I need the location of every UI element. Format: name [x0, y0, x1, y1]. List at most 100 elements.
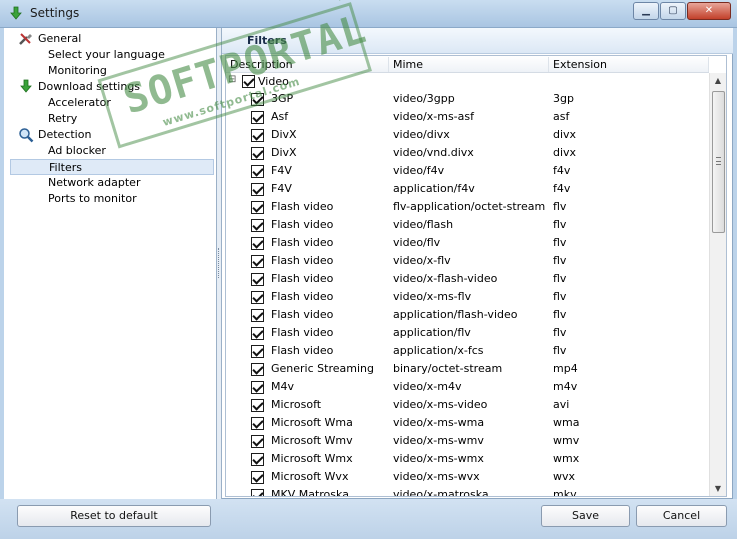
filter-checkbox[interactable] [251, 219, 264, 232]
group-checkbox[interactable] [242, 75, 255, 88]
filter-checkbox[interactable] [251, 417, 264, 430]
splitter-grip[interactable] [218, 248, 220, 278]
filter-checkbox[interactable] [251, 381, 264, 394]
filter-description: Flash video [271, 272, 334, 285]
tree-item-label: Accelerator [48, 96, 111, 109]
filter-checkbox[interactable] [251, 201, 264, 214]
filter-row[interactable]: DivX video/vnd.divx divx [226, 144, 709, 162]
filter-mime: video/divx [393, 128, 450, 141]
tree-item-ad-blocker[interactable]: Ad blocker [10, 143, 214, 159]
filter-row[interactable]: Flash video video/x-flv flv [226, 252, 709, 270]
filter-row[interactable]: Flash video video/flash flv [226, 216, 709, 234]
group-collapse-icon[interactable]: ⊟ [228, 74, 236, 85]
filter-row[interactable]: Flash video application/flash-video flv [226, 306, 709, 324]
column-extension[interactable]: Extension [549, 57, 709, 72]
filter-description: 3GP [271, 92, 294, 105]
filter-checkbox[interactable] [251, 147, 264, 160]
column-mime[interactable]: Mime [389, 57, 549, 72]
filter-row[interactable]: Flash video video/x-flash-video flv [226, 270, 709, 288]
cancel-button[interactable]: Cancel [636, 505, 727, 527]
filter-checkbox[interactable] [251, 309, 264, 322]
filter-row[interactable]: Microsoft Wma video/x-ms-wma wma [226, 414, 709, 432]
tree-item-filters[interactable]: Filters [10, 159, 214, 175]
filter-extension: flv [553, 218, 567, 231]
save-button[interactable]: Save [541, 505, 630, 527]
filter-checkbox[interactable] [251, 183, 264, 196]
tree-item-download-settings[interactable]: Download settings [18, 79, 214, 95]
tree-item-detection[interactable]: Detection [18, 127, 214, 143]
tree-item-monitoring[interactable]: Monitoring [10, 63, 214, 79]
filter-description: Microsoft [271, 398, 322, 411]
filter-mime: video/flv [393, 236, 441, 249]
filter-row[interactable]: Flash video video/x-ms-flv flv [226, 288, 709, 306]
filter-checkbox[interactable] [251, 129, 264, 142]
vertical-scrollbar[interactable]: ▲ ▼ [709, 73, 726, 496]
scroll-up-arrow-icon[interactable]: ▲ [710, 73, 726, 89]
tree-item-general[interactable]: General [18, 31, 214, 47]
filter-row[interactable]: M4v video/x-m4v m4v [226, 378, 709, 396]
tree-item-retry[interactable]: Retry [10, 111, 214, 127]
app-download-icon [10, 6, 22, 20]
filter-extension: m4v [553, 380, 578, 393]
column-description[interactable]: Description [226, 57, 389, 72]
reset-to-default-button[interactable]: Reset to default [17, 505, 211, 527]
filter-checkbox[interactable] [251, 435, 264, 448]
tree-item-network-adapter[interactable]: Network adapter [10, 175, 214, 191]
maximize-button[interactable]: ▢ [660, 2, 686, 20]
filter-row[interactable]: Generic Streaming binary/octet-stream mp4 [226, 360, 709, 378]
tree-item-label: Detection [38, 128, 92, 141]
filter-mime: application/flash-video [393, 308, 518, 321]
filter-row[interactable]: F4V application/f4v f4v [226, 180, 709, 198]
filter-mime: video/vnd.divx [393, 146, 474, 159]
filter-row[interactable]: Microsoft Wmx video/x-ms-wmx wmx [226, 450, 709, 468]
close-button[interactable]: ✕ [687, 2, 731, 20]
filter-row[interactable]: Asf video/x-ms-asf asf [226, 108, 709, 126]
filter-row[interactable]: Flash video flv-application/octet-stream f… [226, 198, 709, 216]
filter-extension: 3gp [553, 92, 574, 105]
filter-row[interactable]: Flash video application/flv flv [226, 324, 709, 342]
tree-item-accelerator[interactable]: Accelerator [10, 95, 214, 111]
filter-checkbox[interactable] [251, 93, 264, 106]
filter-extension: divx [553, 146, 577, 159]
filter-row[interactable]: F4V video/f4v f4v [226, 162, 709, 180]
filter-checkbox[interactable] [251, 291, 264, 304]
filter-checkbox[interactable] [251, 399, 264, 412]
filter-checkbox[interactable] [251, 111, 264, 124]
filter-row[interactable]: MKV Matroska video/x-matroska mkv [226, 486, 709, 497]
filter-row[interactable]: Microsoft Wmv video/x-ms-wmv wmv [226, 432, 709, 450]
scroll-down-arrow-icon[interactable]: ▼ [710, 481, 726, 496]
scroll-thumb[interactable] [712, 91, 725, 233]
filter-checkbox[interactable] [251, 327, 264, 340]
filter-row[interactable]: DivX video/divx divx [226, 126, 709, 144]
filter-checkbox[interactable] [251, 273, 264, 286]
settings-tree[interactable]: General Select your language Monitoring Dow… [4, 28, 217, 499]
filter-description: DivX [271, 128, 297, 141]
filter-checkbox[interactable] [251, 471, 264, 484]
tree-item-ports-to-monitor[interactable]: Ports to monitor [10, 191, 214, 207]
minimize-button[interactable]: ▁ [633, 2, 659, 20]
filter-row[interactable]: 3GP video/3gpp 3gp [226, 90, 709, 108]
filter-checkbox[interactable] [251, 165, 264, 178]
filter-checkbox[interactable] [251, 237, 264, 250]
filter-checkbox[interactable] [251, 345, 264, 358]
filter-row[interactable]: Microsoft Wvx video/x-ms-wvx wvx [226, 468, 709, 486]
filter-row[interactable]: Flash video application/x-fcs flv [226, 342, 709, 360]
filter-checkbox[interactable] [251, 489, 264, 496]
filter-description: Microsoft Wmv [271, 434, 353, 447]
filters-listview[interactable]: Description Mime Extension ⊟ Video 3GP vi… [225, 55, 727, 497]
filter-mime: video/x-matroska [393, 488, 489, 497]
filter-description: Microsoft Wvx [271, 470, 349, 483]
filter-row[interactable]: Microsoft video/x-ms-video avi [226, 396, 709, 414]
tree-item-select-your-language[interactable]: Select your language [10, 47, 214, 63]
splitter[interactable] [217, 28, 222, 499]
filter-extension: f4v [553, 164, 571, 177]
group-header-video[interactable]: ⊟ Video [226, 74, 709, 90]
button-bar: Reset to default Save Cancel [0, 499, 737, 539]
window-controls: ▁ ▢ ✕ [632, 2, 731, 20]
filter-checkbox[interactable] [251, 255, 264, 268]
filter-checkbox[interactable] [251, 363, 264, 376]
filter-mime: video/x-flv [393, 254, 451, 267]
filter-description: Flash video [271, 200, 334, 213]
filter-checkbox[interactable] [251, 453, 264, 466]
filter-row[interactable]: Flash video video/flv flv [226, 234, 709, 252]
